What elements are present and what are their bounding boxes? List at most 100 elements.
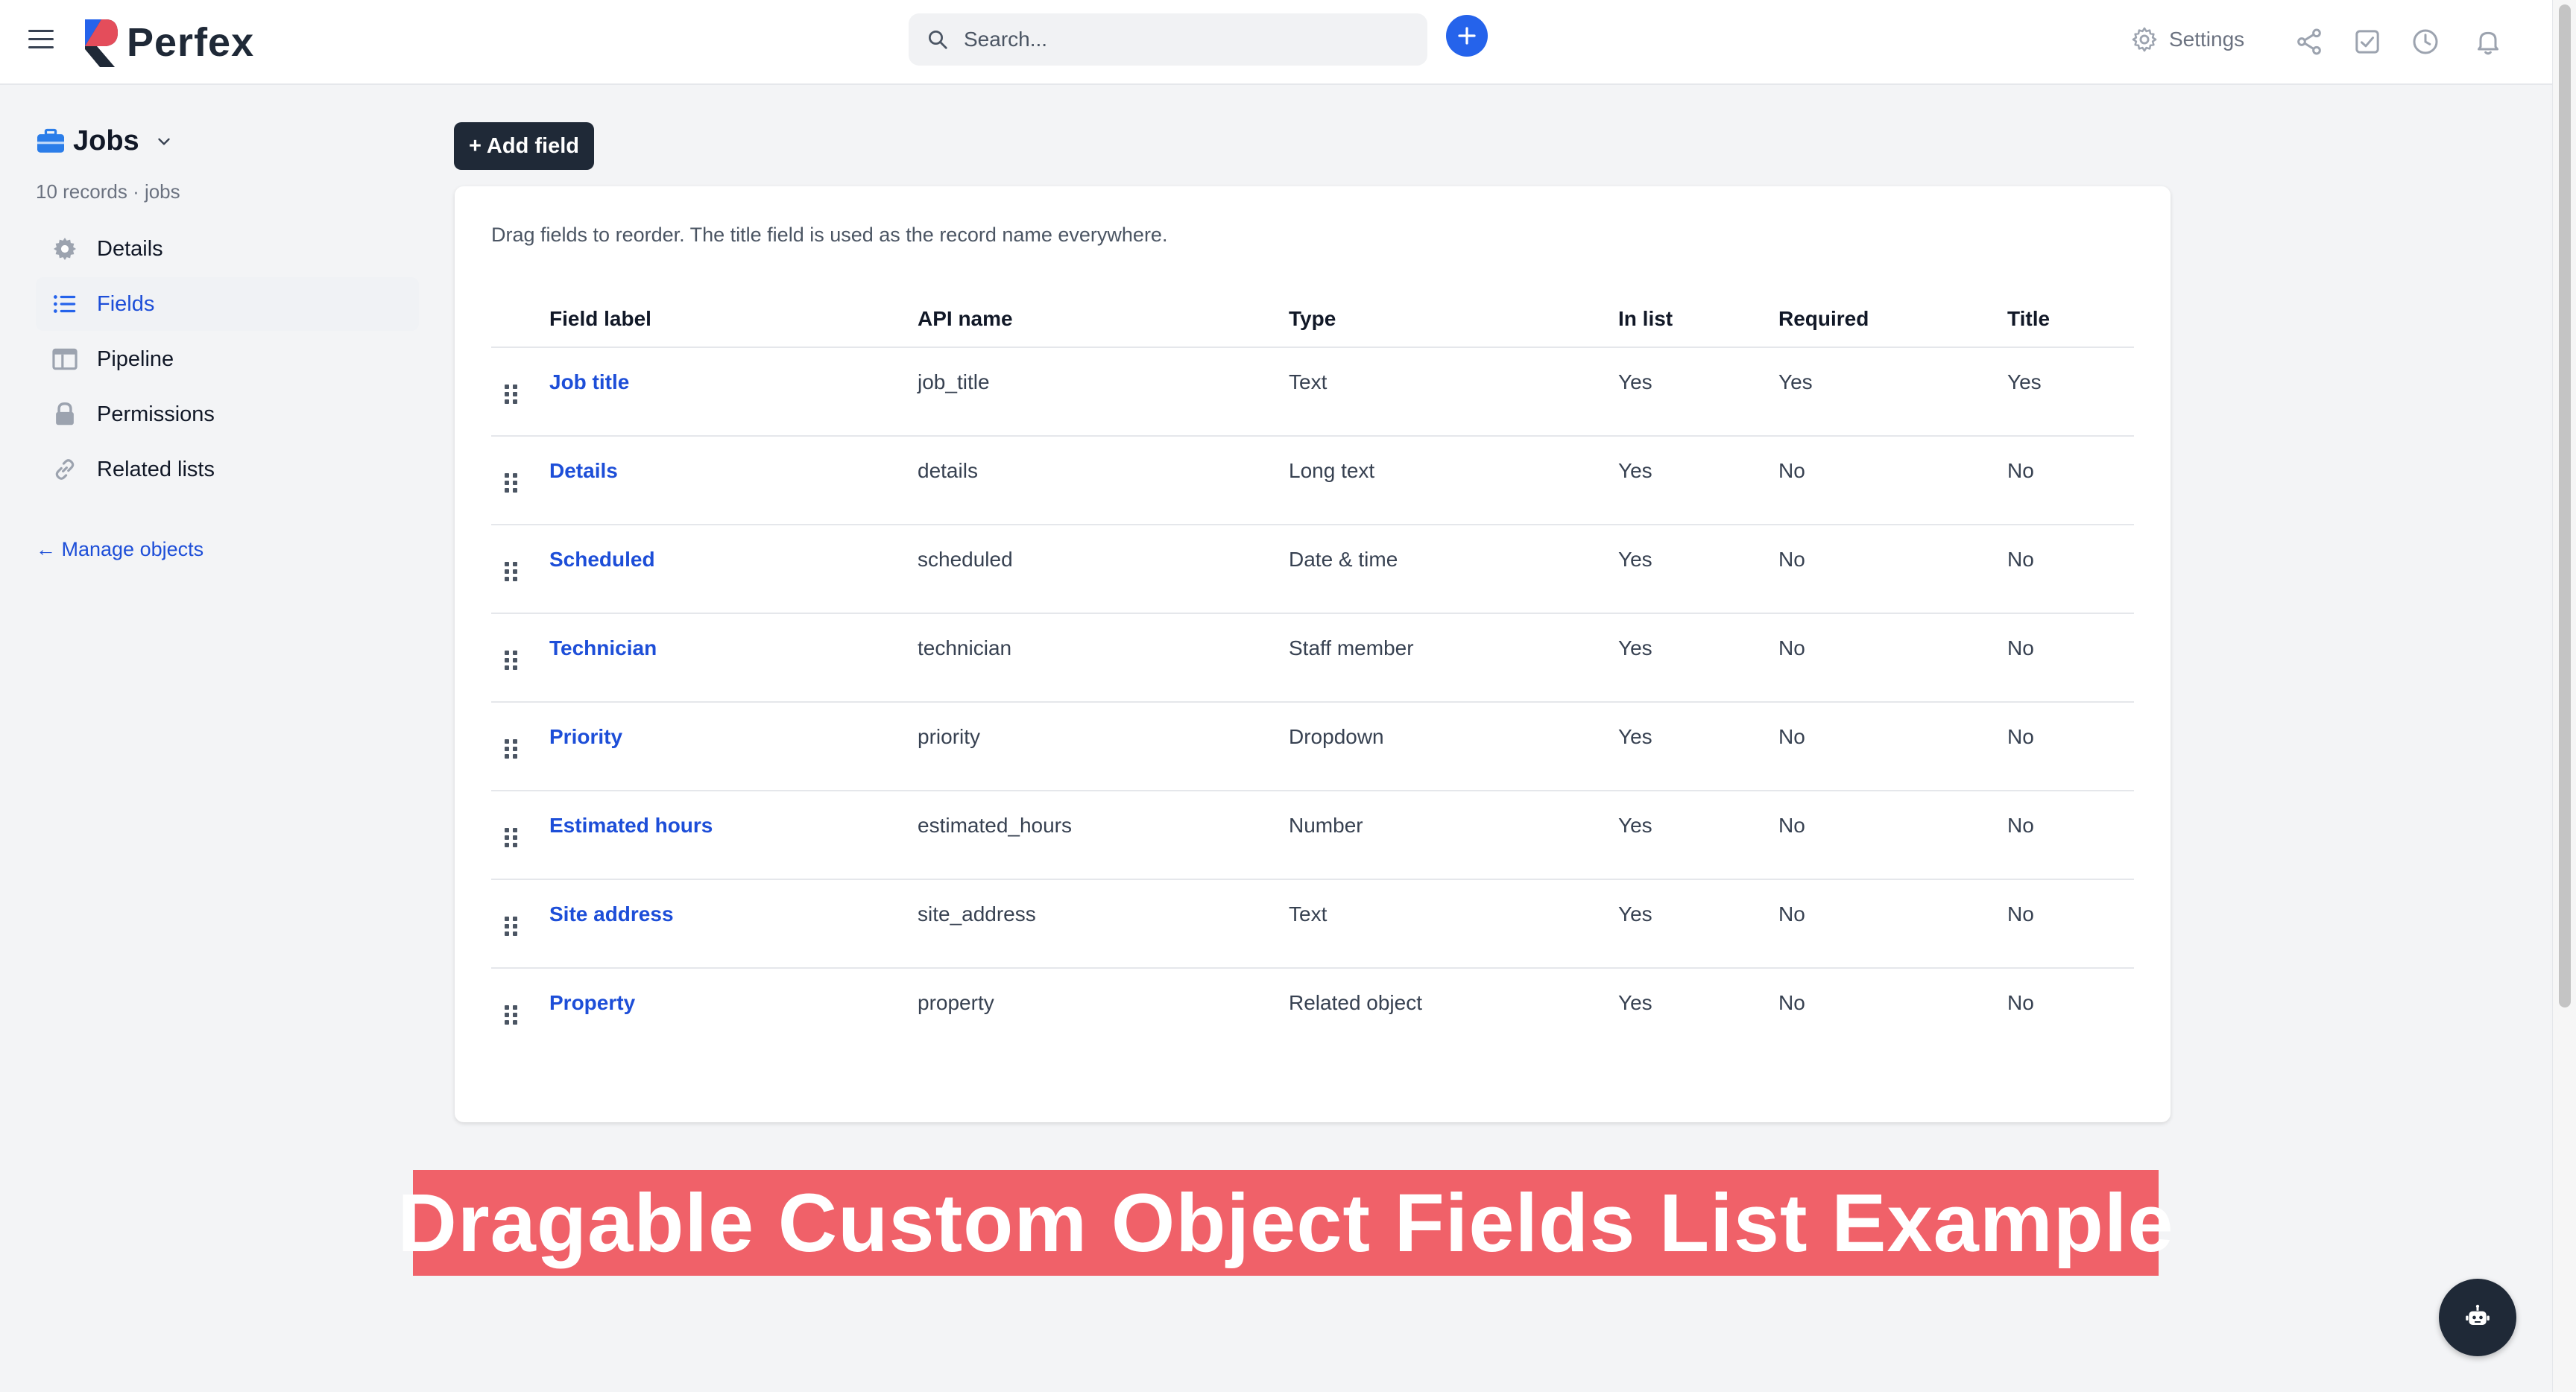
table-row[interactable]: Property property Related object Yes No No (491, 968, 2134, 1057)
required-cell: No (1778, 702, 2007, 791)
object-switcher[interactable]: Jobs (36, 125, 174, 157)
field-label-link[interactable]: Scheduled (549, 548, 655, 571)
api-name-cell: scheduled (918, 525, 1289, 614)
sidebar-item-related-lists[interactable]: Related lists (36, 443, 419, 496)
table-row[interactable]: Technician technician Staff member Yes No No (491, 613, 2134, 703)
add-field-button[interactable]: + Add field (454, 122, 594, 170)
field-label-link[interactable]: Priority (549, 725, 622, 748)
drag-handle[interactable] (491, 702, 549, 791)
column-header: Type (1289, 291, 1618, 348)
required-cell: Yes (1778, 347, 2007, 437)
search-bar[interactable] (909, 13, 1427, 66)
logo-icon (85, 19, 118, 67)
required-cell: No (1778, 791, 2007, 880)
title-cell: No (2007, 991, 2034, 1014)
drag-handle[interactable] (491, 879, 549, 969)
type-cell: Text (1289, 347, 1618, 437)
required-cell: No (1778, 525, 2007, 614)
briefcase-icon (37, 128, 64, 153)
title-cell: No (2007, 613, 2134, 703)
title-cell: No (2007, 791, 2134, 880)
title-cell: No (2007, 436, 2134, 525)
object-name: Jobs (73, 125, 139, 156)
in-list-cell: Yes (1618, 702, 1778, 791)
reorder-hint: Drag fields to reorder. The title field … (491, 224, 1168, 246)
api-name-cell: details (918, 436, 1289, 525)
title-cell: No (2007, 879, 2134, 969)
assistant-button[interactable] (2439, 1279, 2516, 1356)
object-nav: Details Fields Pipeline Permissions Rela… (36, 222, 419, 498)
top-bar: Perfex Settings (0, 0, 2552, 85)
drag-handle[interactable] (491, 791, 549, 880)
sidebar-item-permissions[interactable]: Permissions (36, 387, 419, 441)
in-list-cell: Yes (1618, 879, 1778, 969)
field-label-link[interactable]: Property (549, 991, 635, 1014)
table-row[interactable]: Details details Long text Yes No No (491, 436, 2134, 525)
link-icon (55, 459, 75, 480)
brand-name: Perfex (127, 20, 255, 65)
field-label-link[interactable]: Job title (549, 370, 629, 393)
title-cell: No (2007, 525, 2134, 614)
api-name-cell: property (918, 991, 994, 1014)
title-cell: Yes (2007, 347, 2134, 437)
clock-icon[interactable] (2411, 27, 2440, 57)
share-icon[interactable] (2294, 27, 2324, 57)
in-list-cell: Yes (1618, 347, 1778, 437)
quick-create-button[interactable] (1446, 15, 1488, 57)
drag-handle-icon (505, 1005, 517, 1025)
table-row[interactable]: Priority priority Dropdown Yes No No (491, 702, 2134, 791)
api-name-cell: site_address (918, 879, 1289, 969)
in-list-cell: Yes (1618, 791, 1778, 880)
field-label-link[interactable]: Estimated hours (549, 814, 713, 837)
search-input[interactable] (964, 28, 1381, 51)
drag-handle-icon (505, 828, 517, 847)
drag-handle[interactable] (491, 525, 549, 614)
sidebar-item-fields[interactable]: Fields (36, 277, 419, 331)
robot-icon (2466, 1304, 2490, 1325)
drag-handle[interactable] (491, 347, 549, 437)
drag-handle-icon (505, 473, 517, 493)
list-icon (53, 295, 76, 313)
field-label-link[interactable]: Site address (549, 902, 674, 926)
column-header: Field label (549, 291, 918, 348)
settings-label: Settings (2169, 28, 2245, 51)
manage-objects-link[interactable]: ← Manage objects (36, 538, 203, 561)
field-label-cell: Priority (549, 702, 918, 791)
task-checkbox-icon[interactable] (2352, 27, 2382, 57)
sidebar-item-details[interactable]: Details (36, 222, 419, 276)
table-row[interactable]: Estimated hours estimated_hours Number Yes N… (491, 791, 2134, 880)
field-label-link[interactable]: Technician (549, 636, 657, 659)
type-cell: Staff member (1289, 613, 1618, 703)
title-cell: No (2007, 702, 2134, 791)
table-row[interactable]: Site address site_address Text Yes No No (491, 879, 2134, 969)
table-row[interactable]: Job title job_title Text Yes Yes Yes (491, 347, 2134, 437)
lock-icon (56, 402, 74, 425)
field-label-cell: Technician (549, 613, 918, 703)
drag-handle[interactable] (491, 613, 549, 703)
drag-handle[interactable] (491, 436, 549, 525)
drag-handle-icon (505, 651, 517, 670)
type-cell: Long text (1289, 436, 1618, 525)
column-header-handle (491, 291, 549, 348)
field-label-link[interactable]: Details (549, 459, 618, 482)
bell-icon[interactable] (2473, 27, 2503, 57)
sidebar-item-label: Fields (97, 291, 155, 316)
table-row[interactable]: Scheduled scheduled Date & time Yes No No (491, 525, 2134, 614)
api-name-cell: estimated_hours (918, 791, 1289, 880)
api-name-cell: technician (918, 613, 1289, 703)
settings-link[interactable]: Settings (2130, 25, 2244, 54)
sidebar-item-label: Pipeline (97, 347, 174, 371)
type-cell: Related object (1289, 991, 1423, 1014)
type-cell: Text (1289, 879, 1618, 969)
drag-handle[interactable] (491, 968, 549, 1057)
fields-card: Drag fields to reorder. The title field … (455, 186, 2171, 1122)
drag-handle-icon (505, 562, 517, 581)
field-label-cell: Site address (549, 879, 918, 969)
in-list-cell: Yes (1618, 991, 1652, 1014)
in-list-cell: Yes (1618, 525, 1778, 614)
scrollbar-thumb[interactable] (2559, 4, 2571, 1007)
menu-icon[interactable] (28, 30, 54, 52)
sidebar-item-pipeline[interactable]: Pipeline (36, 332, 419, 386)
in-list-cell: Yes (1618, 436, 1778, 525)
page-scrollbar[interactable] (2552, 0, 2576, 1392)
